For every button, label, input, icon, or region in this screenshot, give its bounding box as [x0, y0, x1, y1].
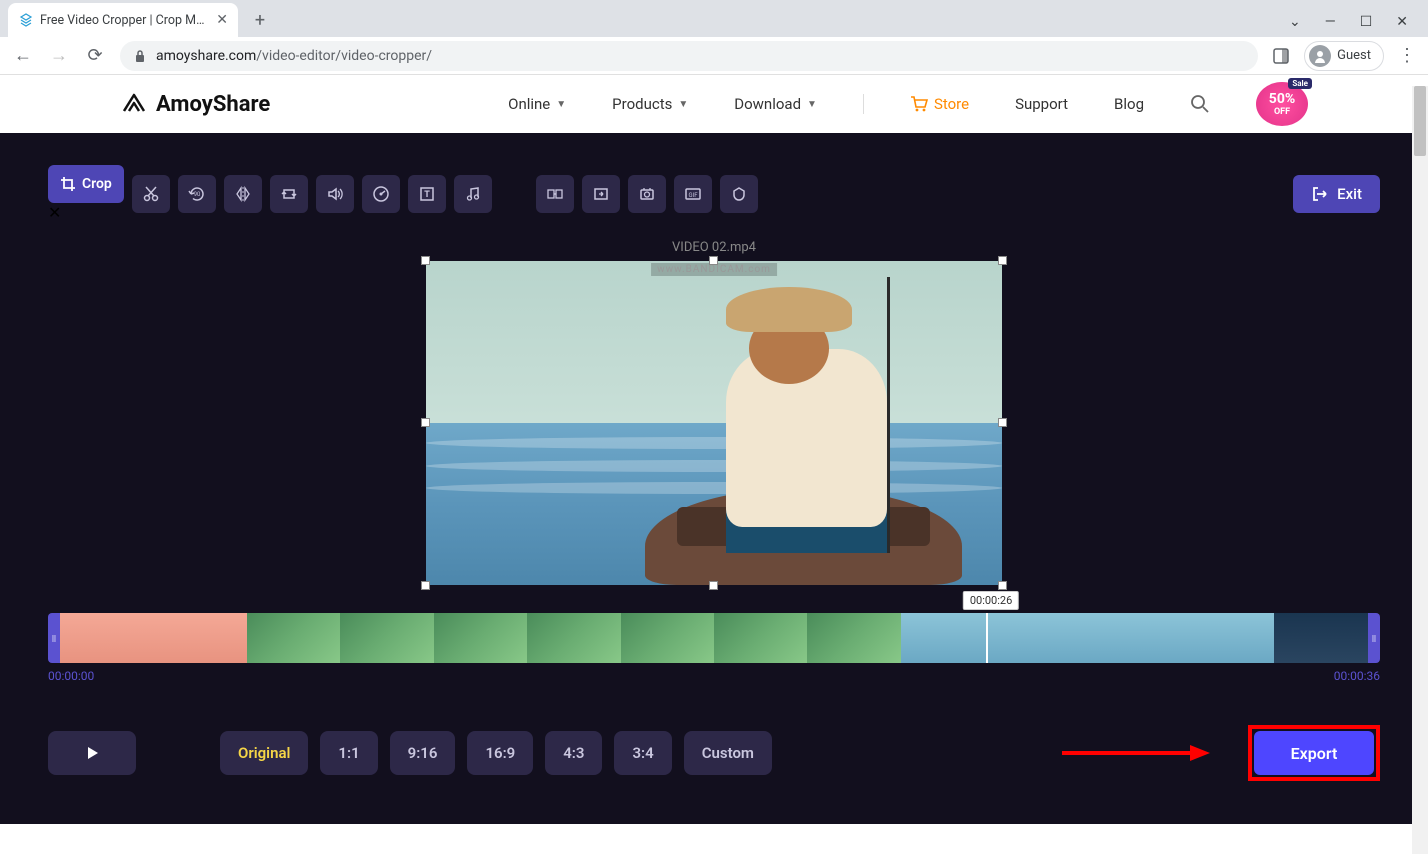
url-input[interactable]: amoyshare.com/video-editor/video-cropper… [120, 41, 1258, 71]
nav-divider [863, 94, 864, 114]
window-controls: ⌄ ― ☐ ✕ [1269, 0, 1428, 44]
tab-close-icon[interactable]: ✕ [216, 12, 228, 28]
resize-tool-button[interactable] [582, 175, 620, 213]
speed-tool-button[interactable] [362, 175, 400, 213]
volume-tool-button[interactable] [316, 175, 354, 213]
timeline[interactable]: || || [48, 613, 1380, 663]
sale-tag: Sale [1288, 78, 1312, 89]
time-end-label: 00:00:36 [1334, 669, 1380, 683]
svg-text:GIF: GIF [688, 192, 698, 199]
timeline-track[interactable] [60, 613, 1368, 663]
music-tool-button[interactable] [454, 175, 492, 213]
cut-tool-button[interactable] [132, 175, 170, 213]
site-logo[interactable]: AmoyShare [120, 92, 270, 117]
chevron-down-icon: ▼ [807, 99, 817, 110]
site-header: AmoyShare Online▼ Products▼ Download▼ St… [0, 75, 1428, 133]
cart-icon [910, 96, 928, 112]
nav-products[interactable]: Products▼ [612, 95, 688, 113]
ratio-1-1-button[interactable]: 1:1 [320, 731, 377, 775]
profile-label: Guest [1337, 48, 1371, 63]
avatar-icon [1309, 45, 1331, 67]
browser-tab[interactable]: Free Video Cropper | Crop MP4 C ✕ [8, 3, 238, 37]
ratio-4-3-button[interactable]: 4:3 [545, 731, 602, 775]
scrollbar-thumb[interactable] [1414, 86, 1426, 156]
kebab-menu-icon[interactable]: ⋮ [1398, 45, 1416, 66]
nav-back-icon[interactable]: ← [12, 45, 34, 66]
crop-handle-br[interactable] [998, 581, 1007, 590]
crop-tool-button[interactable]: Crop [48, 165, 124, 203]
svg-text:90: 90 [193, 191, 200, 198]
crop-handle-mr[interactable] [998, 418, 1007, 427]
ratio-3-4-button[interactable]: 3:4 [614, 731, 671, 775]
lock-icon [134, 49, 146, 63]
timeline-playhead[interactable] [986, 613, 988, 663]
ratio-9-16-button[interactable]: 9:16 [390, 731, 456, 775]
browser-tab-strip: Free Video Cropper | Crop MP4 C ✕ + [0, 0, 1428, 37]
search-icon[interactable] [1190, 94, 1210, 114]
crop-handle-ml[interactable] [421, 418, 430, 427]
time-start-label: 00:00:00 [48, 669, 94, 683]
export-button[interactable]: Export [1254, 731, 1374, 775]
nav-blog[interactable]: Blog [1114, 95, 1144, 113]
ratio-16-9-button[interactable]: 16:9 [467, 731, 533, 775]
loop-tool-button[interactable] [270, 175, 308, 213]
video-editor: Crop ✕ 90 T GIF Exit VIDEO 02.mp4 [0, 133, 1428, 824]
reader-mode-icon[interactable] [1272, 47, 1290, 65]
window-maximize-icon[interactable]: ☐ [1360, 14, 1373, 30]
vertical-scrollbar[interactable] [1412, 86, 1428, 854]
ratio-custom-button[interactable]: Custom [684, 731, 772, 775]
export-highlight: Export [1248, 725, 1380, 781]
nav-store[interactable]: Store [910, 95, 969, 113]
timeline-handle-left[interactable]: || [48, 613, 60, 663]
video-preview[interactable]: www.BANDICAM.com [426, 261, 1002, 585]
crop-handle-tm[interactable] [709, 256, 718, 265]
watermark-tool-button[interactable] [720, 175, 758, 213]
logo-icon [120, 93, 148, 115]
preview-frame: www.BANDICAM.com [426, 261, 1002, 585]
text-tool-button[interactable]: T [408, 175, 446, 213]
window-dropdown-icon[interactable]: ⌄ [1289, 14, 1301, 30]
site-nav: Online▼ Products▼ Download▼ Store Suppor… [508, 82, 1308, 126]
gif-tool-button[interactable]: GIF [674, 175, 712, 213]
crop-handle-bl[interactable] [421, 581, 430, 590]
tab-title: Free Video Cropper | Crop MP4 C [40, 13, 210, 28]
annotation-arrow-icon [1062, 741, 1212, 765]
flip-tool-button[interactable] [224, 175, 262, 213]
chevron-down-icon: ▼ [678, 99, 688, 110]
new-tab-button[interactable]: + [246, 6, 274, 34]
nav-support[interactable]: Support [1015, 95, 1068, 113]
nav-online[interactable]: Online▼ [508, 95, 566, 113]
tab-favicon-icon [18, 12, 34, 28]
url-domain: amoyshare.com/video-editor/video-cropper… [156, 48, 432, 64]
rotate-tool-button[interactable]: 90 [178, 175, 216, 213]
address-bar: ← → ⟳ amoyshare.com/video-editor/video-c… [0, 37, 1428, 75]
profile-button[interactable]: Guest [1304, 41, 1384, 71]
playhead-time-label: 00:00:26 [963, 591, 1019, 610]
preview-area: VIDEO 02.mp4 www.BANDICAM.com [48, 240, 1380, 585]
timeline-area: 00:00:26 || || 00: [48, 613, 1380, 683]
nav-download[interactable]: Download▼ [734, 95, 817, 113]
window-minimize-icon[interactable]: ― [1325, 14, 1336, 30]
crop-handle-tr[interactable] [998, 256, 1007, 265]
merge-tool-button[interactable] [536, 175, 574, 213]
play-button[interactable] [48, 731, 136, 775]
logo-text: AmoyShare [156, 92, 270, 117]
sale-badge[interactable]: Sale 50% OFF [1256, 82, 1308, 126]
filter-tool-button[interactable] [628, 175, 666, 213]
file-name-label: VIDEO 02.mp4 [672, 240, 756, 255]
timeline-handle-right[interactable]: || [1368, 613, 1380, 663]
ratio-original-button[interactable]: Original [220, 731, 308, 775]
exit-button[interactable]: Exit [1293, 175, 1380, 213]
bottom-controls: Original 1:1 9:16 16:9 4:3 3:4 Custom Ex… [48, 725, 1380, 781]
crop-handle-tl[interactable] [421, 256, 430, 265]
nav-forward-icon: → [48, 45, 70, 66]
svg-text:T: T [424, 190, 430, 200]
editor-toolbar: Crop ✕ 90 T GIF Exit [48, 133, 1380, 222]
window-close-icon[interactable]: ✕ [1396, 14, 1408, 30]
crop-handle-bm[interactable] [709, 581, 718, 590]
crop-close-icon[interactable]: ✕ [48, 203, 61, 222]
chevron-down-icon: ▼ [556, 99, 566, 110]
nav-reload-icon[interactable]: ⟳ [84, 45, 106, 66]
